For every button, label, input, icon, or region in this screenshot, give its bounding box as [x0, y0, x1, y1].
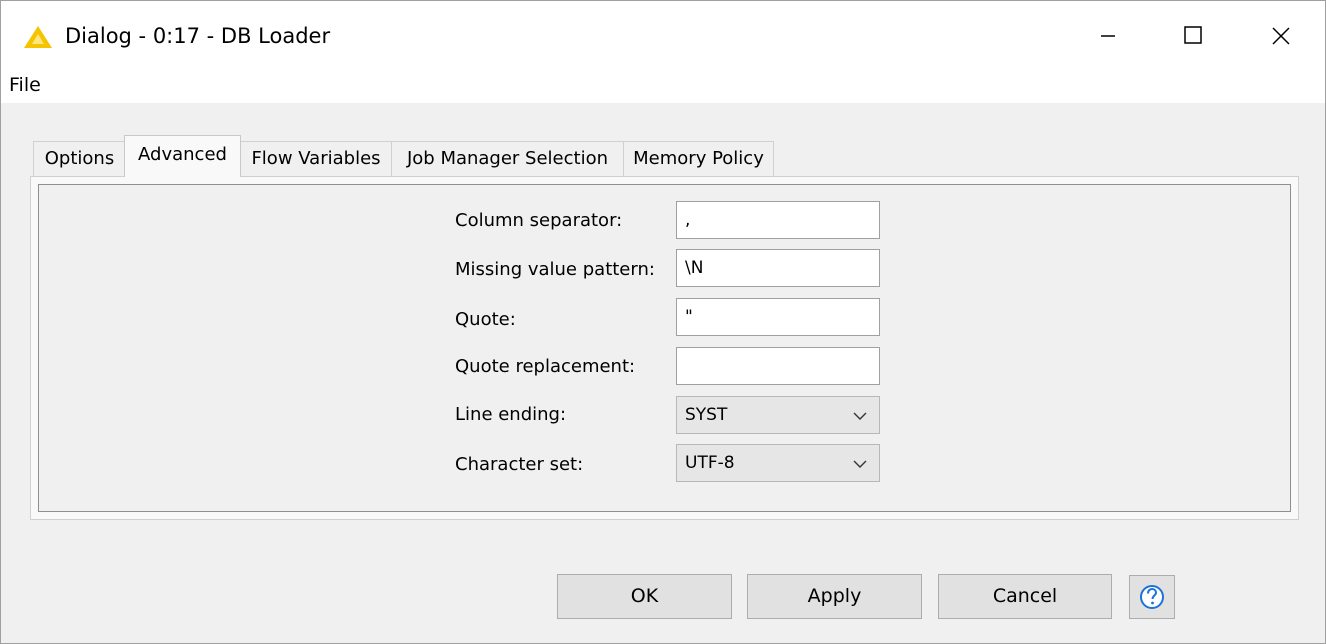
tab-job-manager-selection[interactable]: Job Manager Selection	[391, 141, 624, 176]
line-ending-label: Line ending:	[455, 404, 567, 425]
dialog-window: Dialog - 0:17 - DB Loader File Options A…	[0, 0, 1326, 644]
apply-button[interactable]: Apply	[747, 574, 922, 619]
cancel-button[interactable]: Cancel	[938, 574, 1112, 619]
quote-replacement-label: Quote replacement:	[455, 356, 636, 377]
column-separator-label: Column separator:	[455, 210, 623, 231]
tab-flow-variables[interactable]: Flow Variables	[240, 141, 392, 176]
help-question-icon	[1140, 585, 1164, 609]
maximize-button[interactable]	[1153, 1, 1243, 69]
quote-label: Quote:	[455, 309, 516, 330]
character-set-value: UTF-8	[685, 453, 735, 473]
knime-logo-icon	[24, 26, 52, 48]
missing-value-pattern-input[interactable]: \N	[676, 249, 880, 287]
ok-button[interactable]: OK	[557, 574, 732, 619]
line-ending-select[interactable]: SYST	[676, 396, 880, 434]
tab-memory-policy[interactable]: Memory Policy	[623, 141, 774, 176]
minimize-button[interactable]	[1063, 1, 1153, 69]
settings-group	[38, 184, 1291, 512]
menu-file[interactable]: File	[9, 74, 41, 96]
character-set-select[interactable]: UTF-8	[676, 444, 880, 482]
minimize-icon	[1101, 35, 1115, 37]
tab-options[interactable]: Options	[33, 141, 126, 176]
chevron-down-icon	[853, 460, 867, 468]
tab-content-panel	[30, 176, 1299, 520]
close-icon	[1272, 27, 1290, 45]
window-title: Dialog - 0:17 - DB Loader	[65, 24, 331, 48]
missing-value-pattern-label: Missing value pattern:	[455, 259, 655, 280]
menu-bar: File	[1, 69, 1325, 103]
chevron-down-icon	[853, 412, 867, 420]
character-set-label: Character set:	[455, 454, 584, 475]
help-button[interactable]	[1129, 575, 1175, 619]
quote-input[interactable]: "	[676, 298, 880, 336]
close-button[interactable]	[1237, 1, 1326, 69]
column-separator-input[interactable]: ,	[676, 201, 880, 239]
line-ending-value: SYST	[685, 405, 728, 425]
tab-advanced[interactable]: Advanced	[124, 135, 241, 177]
maximize-icon	[1184, 26, 1202, 44]
quote-replacement-input[interactable]	[676, 347, 880, 385]
title-bar[interactable]: Dialog - 0:17 - DB Loader	[1, 1, 1325, 69]
